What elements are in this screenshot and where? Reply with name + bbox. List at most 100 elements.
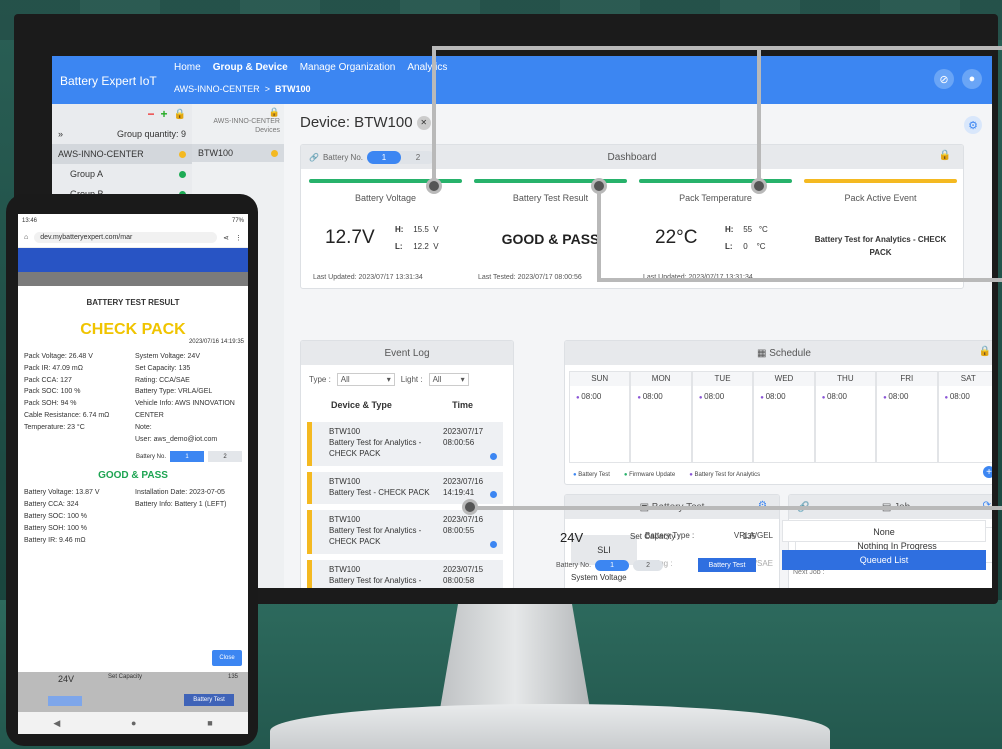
schedule-time[interactable]: 08:00 (693, 386, 752, 407)
next-job-value: None (782, 520, 986, 542)
event-device: BTW100 (329, 515, 361, 524)
queued-list-button[interactable]: Queued List (782, 550, 986, 570)
lock-icon[interactable]: 🔒 (192, 108, 280, 117)
day-name: TUE (692, 372, 753, 386)
device-item-btw100[interactable]: BTW100 (192, 144, 284, 162)
battery-tab-1[interactable]: 1 (366, 151, 401, 164)
expand-icon[interactable]: » (58, 129, 63, 139)
list-item[interactable]: BTW100 Battery Test for Analytics - CHECK… (307, 560, 503, 588)
settings-gear-icon[interactable]: ⚙ (964, 116, 982, 134)
list-item[interactable]: BTW100 Battery Test for Analytics - CHECK… (307, 510, 503, 554)
schedule-time[interactable]: 08:00 (877, 386, 936, 407)
battery-tab-1[interactable]: 1 (170, 451, 204, 463)
active-event-value: Battery Test for Analytics - CHECK PACK (814, 235, 947, 257)
chevron-down-icon: ▾ (386, 375, 391, 384)
schedule-time[interactable]: 08:00 (570, 386, 629, 407)
battery-tab-2[interactable]: 2 (633, 560, 664, 571)
info-icon[interactable] (490, 453, 497, 460)
event-time: 14:19:41 (443, 488, 475, 497)
remove-icon[interactable]: − (148, 107, 155, 121)
lock-icon[interactable]: 🔒 (939, 150, 951, 161)
user-icon[interactable]: ● (962, 69, 982, 89)
high-label: H: (395, 225, 404, 234)
back-icon[interactable]: ◀ (53, 718, 60, 729)
day-mon[interactable]: MON08:00 (630, 371, 692, 463)
battery-tab-1[interactable]: 1 (595, 560, 630, 571)
home-button-icon[interactable]: ● (131, 718, 136, 728)
verdict: CHECK PACK (80, 321, 186, 338)
device-header-label: Devices (255, 127, 280, 134)
detail-item: Battery Info: Battery 1 (LEFT) (135, 501, 227, 509)
day-name: MON (631, 372, 691, 386)
test-result-value: GOOD & PASS (501, 231, 600, 247)
sidebar-item-org[interactable]: AWS-INNO-CENTER (52, 144, 192, 164)
temperature-high-low: H: 55 °C L: 0 °C (725, 221, 768, 255)
schedule-time[interactable]: 08:00 (939, 386, 992, 407)
schedule-time[interactable]: 08:00 (754, 386, 813, 407)
share-icon[interactable]: ⋖ (223, 234, 229, 242)
bg-battery-test-button: Battery Test (184, 694, 234, 706)
type-select[interactable]: All ▾ (336, 373, 395, 386)
battery-no-label: Battery No. (135, 453, 166, 460)
light-select[interactable]: All ▾ (428, 373, 469, 386)
day-sat[interactable]: SAT08:00 (937, 371, 992, 463)
pack-temperature-tile: Pack Temperature 22°C H: 55 °C L: 0 °C L… (639, 179, 792, 285)
detail-item: System Voltage: 24V (135, 353, 200, 360)
sidebar-group-label: Group A (70, 169, 104, 179)
nav-home[interactable]: Home (174, 62, 201, 73)
detail-item: Pack SOC: 100 % (24, 388, 81, 396)
group-quantity: Group quantity: 9 (116, 129, 186, 139)
legend-battery-test-analytics: Battery Test for Analytics (689, 472, 760, 478)
set-capacity-value: 135 (742, 532, 756, 541)
event-time: 08:00:56 (443, 438, 475, 447)
phone-nav-bar: ◀ ● ■ (18, 712, 248, 734)
close-button[interactable]: Close (212, 650, 242, 666)
breadcrumb-root[interactable]: AWS-INNO-CENTER (174, 84, 260, 94)
add-icon[interactable]: + (161, 107, 168, 121)
tile-title: Battery Test Result (512, 193, 589, 203)
bg-voltage: 24V (58, 674, 75, 684)
schedule-days: SUN08:00 MON08:00 TUE08:00 WED08:00 THU0… (569, 371, 992, 463)
list-item[interactable]: BTW100 Battery Test for Analytics - CHECK… (307, 422, 503, 466)
day-wed[interactable]: WED08:00 (753, 371, 815, 463)
more-icon[interactable]: ⋮ (235, 234, 242, 242)
url-input[interactable]: dev.mybatteryexpert.com/mar (34, 232, 218, 243)
high-value: 15.5 (413, 225, 429, 234)
day-fri[interactable]: FRI08:00 (876, 371, 938, 463)
day-sun[interactable]: SUN08:00 (569, 371, 631, 463)
schedule-time[interactable]: 08:00 (816, 386, 875, 407)
link-icon: 🔗 (309, 153, 319, 162)
sidebar-item-group-a[interactable]: Group A (52, 164, 192, 184)
schedule-legend: Battery Test Firmware Update Battery Tes… (573, 472, 760, 478)
detail-item: Battery IR: 9.46 mΩ (24, 536, 86, 544)
nav-analytics[interactable]: Analytics (407, 62, 447, 73)
info-icon[interactable] (490, 541, 497, 548)
type-label: Type : (309, 375, 331, 384)
lock-icon[interactable]: 🔒 (979, 346, 991, 357)
brand[interactable]: Battery Expert IoT (60, 74, 157, 88)
nav-manage-organization[interactable]: Manage Organization (300, 62, 396, 73)
battery-tab-2[interactable]: 2 (401, 151, 435, 164)
nav-group-device[interactable]: Group & Device (213, 62, 288, 73)
dashboard-title: Dashboard (607, 151, 657, 163)
battery-tab-2[interactable]: 2 (208, 451, 242, 463)
event-type: Battery Test for Analytics - CHECK PACK (329, 576, 422, 588)
notification-off-icon[interactable]: ⊘ (934, 69, 954, 89)
schedule-time[interactable]: 08:00 (631, 386, 690, 407)
day-thu[interactable]: THU08:00 (814, 371, 877, 463)
event-date: 2023/07/15 (443, 565, 484, 574)
battery-voltage-tile: Battery Voltage 12.7V H: 15.5 V L: 12.2 … (309, 179, 462, 285)
day-tue[interactable]: TUE08:00 (691, 371, 754, 463)
status-dot (271, 149, 278, 157)
battery-test-button[interactable]: Battery Test (698, 558, 756, 572)
detail-item: Battery SOC: 100 % (24, 512, 88, 520)
phone-battery: 77% (231, 218, 244, 224)
phone-url-bar: ⌂ dev.mybatteryexpert.com/mar ⋖ ⋮ (18, 228, 248, 248)
light-value: All (432, 375, 442, 384)
add-schedule-icon[interactable]: + (983, 466, 992, 478)
lock-icon[interactable]: 🔒 (174, 109, 186, 120)
event-log-header: Event Log (301, 341, 513, 365)
info-icon[interactable] (490, 491, 497, 498)
home-icon[interactable]: ⌂ (24, 234, 28, 241)
recents-icon[interactable]: ■ (207, 718, 212, 728)
